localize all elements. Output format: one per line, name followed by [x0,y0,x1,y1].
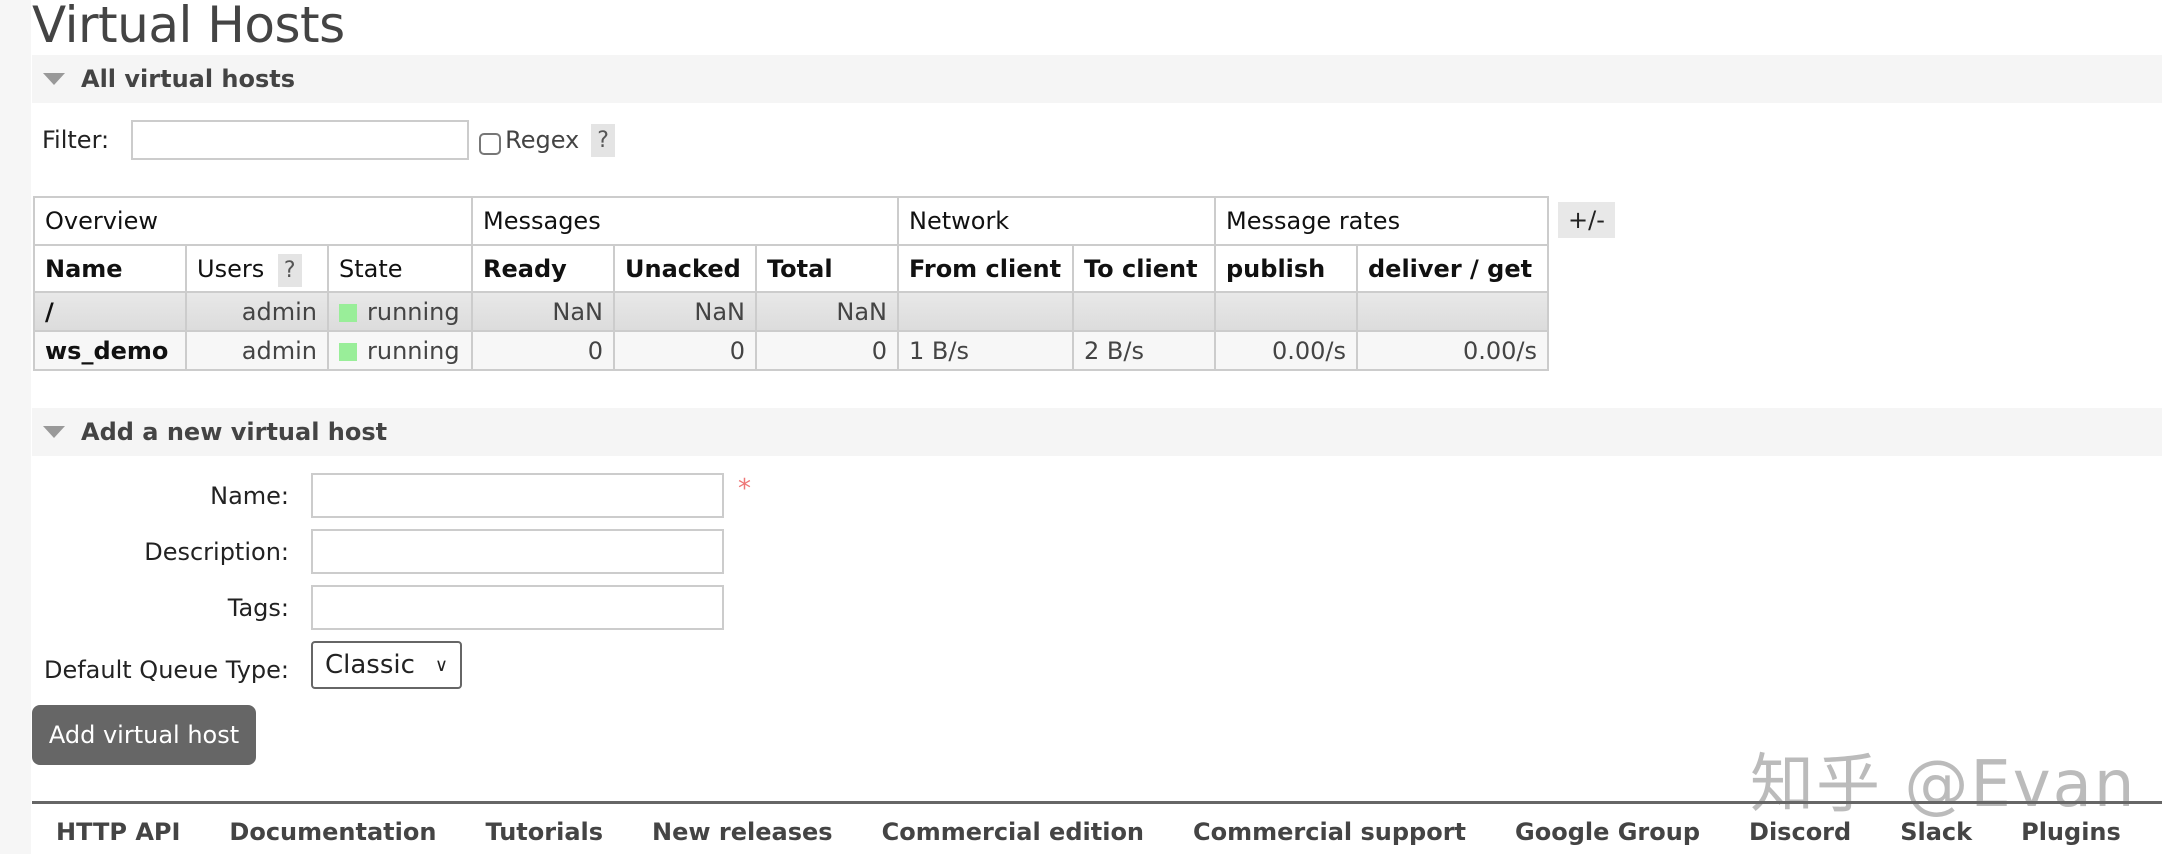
ready-cell: 0 [471,330,615,371]
footer-link-commercial-support[interactable]: Commercial support [1193,818,1466,846]
description-input[interactable] [311,529,724,574]
group-network: Network [897,196,1216,246]
page-title: Virtual Hosts [32,0,345,54]
deliver-get-cell: 0.00/s [1356,330,1549,371]
col-users-label: Users [197,254,265,283]
group-messages: Messages [471,196,899,246]
deliver-get-cell [1356,291,1549,332]
footer-link-documentation[interactable]: Documentation [229,818,436,846]
footer-link-discord[interactable]: Discord [1749,818,1851,846]
regex-help-button[interactable]: ? [591,123,615,157]
virtual-hosts-table: Overview Messages Network Message rates … [33,196,1549,371]
section-title: All virtual hosts [81,65,296,93]
queue-type-select[interactable]: Classic ∨ [311,641,463,689]
tags-row: Tags: [32,585,724,630]
footer-link-google-group[interactable]: Google Group [1515,818,1700,846]
col-publish: publish [1214,244,1358,293]
col-to-client: To client [1072,244,1216,293]
filter-label: Filter: [42,126,110,154]
tags-label: Tags: [227,593,289,622]
state-indicator-icon [339,303,357,322]
footer-divider [32,801,2162,804]
footer-links: HTTP API Documentation Tutorials New rel… [56,818,2162,846]
total-cell: NaN [755,291,899,332]
table-row[interactable]: ws_demo admin running 0 0 0 1 B/s 2 B/s … [33,330,1549,371]
tags-input[interactable] [311,585,724,630]
add-virtual-host-button[interactable]: Add virtual host [32,705,256,765]
col-name[interactable]: Name [33,244,187,293]
col-users: Users ? [185,244,329,293]
group-overview: Overview [33,196,473,246]
add-virtual-host-section-header[interactable]: Add a new virtual host [32,408,2162,456]
left-margin [0,0,31,854]
collapse-triangle-icon [43,73,65,85]
col-ready: Ready [471,244,615,293]
col-unacked: Unacked [613,244,757,293]
to-client-cell: 2 B/s [1072,330,1216,371]
unacked-cell: NaN [613,291,757,332]
state-cell: running [327,291,473,332]
footer-link-slack[interactable]: Slack [1900,818,1972,846]
ready-cell: NaN [471,291,615,332]
required-mark: * [738,473,751,504]
publish-cell: 0.00/s [1214,330,1358,371]
state-cell: running [327,330,473,371]
state-text: running [367,297,460,326]
filter-input[interactable] [131,120,470,160]
total-cell: 0 [755,330,899,371]
publish-cell [1214,291,1358,332]
table-row[interactable]: / admin running NaN NaN NaN [33,291,1549,332]
regex-label: Regex [505,126,580,154]
name-label: Name: [210,481,289,510]
section-title: Add a new virtual host [81,418,388,446]
footer-link-new-releases[interactable]: New releases [652,818,833,846]
vhost-name-link[interactable]: ws_demo [33,330,187,371]
regex-checkbox[interactable] [479,133,502,155]
from-client-cell [897,291,1074,332]
collapse-triangle-icon [43,426,65,438]
footer-link-plugins[interactable]: Plugins [2021,818,2121,846]
users-cell: admin [185,330,329,371]
watermark: 知乎 @Evan [1750,748,2137,822]
users-help-button[interactable]: ? [277,253,302,287]
to-client-cell [1072,291,1216,332]
col-state: State [327,244,473,293]
from-client-cell: 1 B/s [897,330,1074,371]
chevron-down-icon: ∨ [434,654,449,676]
description-row: Description: [32,529,724,574]
description-label: Description: [144,537,289,566]
vhost-name-link[interactable]: / [33,291,187,332]
footer-link-commercial-edition[interactable]: Commercial edition [882,818,1144,846]
state-text: running [367,336,460,365]
footer-link-http-api[interactable]: HTTP API [56,818,180,846]
queue-type-label: Default Queue Type: [43,656,289,684]
col-deliver-get: deliver / get [1356,244,1549,293]
queue-type-value: Classic [325,650,415,680]
name-row: Name: * [32,473,751,518]
footer-link-tutorials[interactable]: Tutorials [485,818,603,846]
col-from-client: From client [897,244,1074,293]
name-input[interactable] [311,473,724,518]
filter-row: Filter: Regex ? [42,120,615,160]
col-total: Total [755,244,899,293]
toggle-columns-button[interactable]: +/- [1558,202,1615,238]
unacked-cell: 0 [613,330,757,371]
state-indicator-icon [339,342,357,361]
users-cell: admin [185,291,329,332]
queue-type-row: Default Queue Type: Classic ∨ [32,641,463,689]
all-virtual-hosts-section-header[interactable]: All virtual hosts [32,55,2162,103]
group-message-rates: Message rates [1214,196,1549,246]
